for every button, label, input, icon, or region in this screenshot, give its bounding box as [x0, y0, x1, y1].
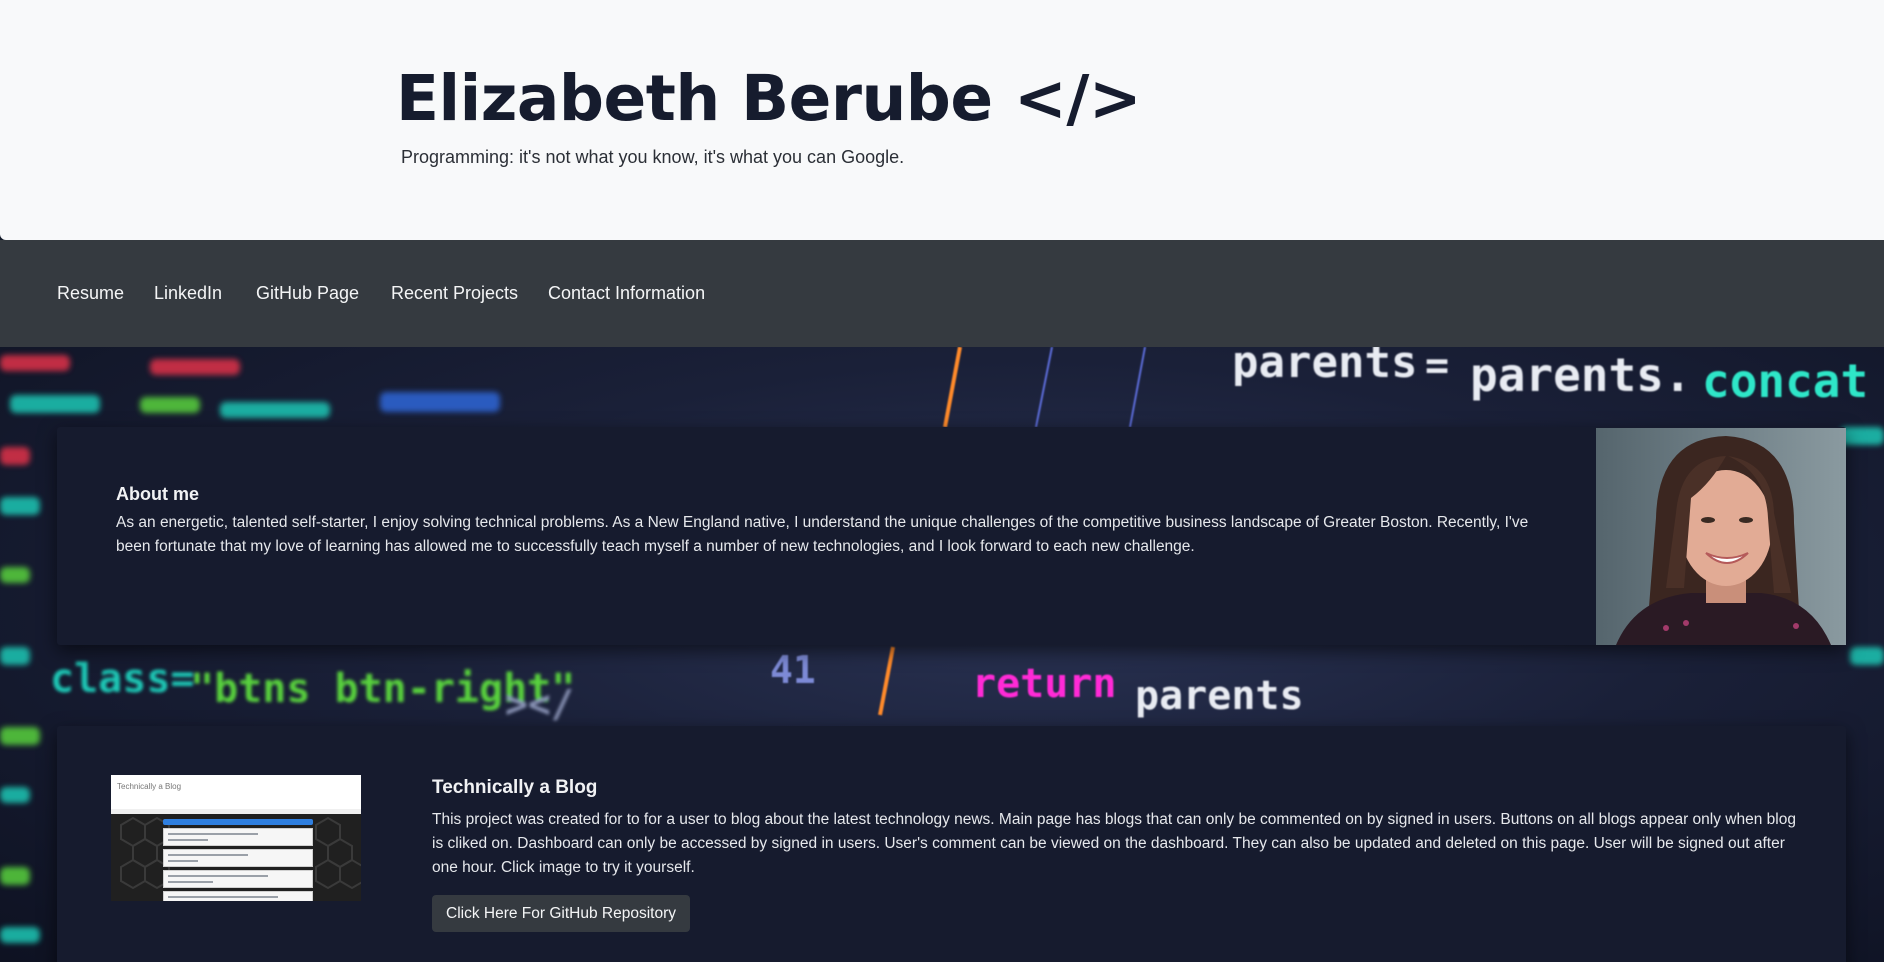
- site-header: Elizabeth Berube </> Programming: it's n…: [0, 0, 1884, 240]
- thumbnail-post: [163, 849, 313, 867]
- thumbnail-post: [163, 870, 313, 888]
- thumbnail-post: [163, 891, 313, 901]
- svg-text:concat: concat: [1702, 354, 1868, 408]
- project-thumbnail[interactable]: Technically a Blog: [111, 775, 361, 901]
- svg-text:=: =: [1425, 347, 1449, 389]
- svg-text:parents: parents: [1135, 673, 1304, 719]
- project-card: Technically a Blog Technically a Blog Th…: [57, 726, 1846, 962]
- nav-linkedin[interactable]: LinkedIn: [154, 283, 222, 304]
- site-tagline: Programming: it's not what you know, it'…: [401, 147, 905, 167]
- thumbnail-nav: [111, 809, 361, 814]
- profile-photo: [1596, 428, 1846, 645]
- about-card: About me As an energetic, talented self-…: [57, 427, 1846, 645]
- nav-github-page[interactable]: GitHub Page: [256, 283, 359, 304]
- nav-recent-projects[interactable]: Recent Projects: [391, 283, 518, 304]
- thumbnail-bar: [163, 819, 313, 825]
- project-title: Technically a Blog: [432, 777, 598, 798]
- svg-text:class=: class=: [50, 656, 195, 702]
- thumbnail-title: Technically a Blog: [117, 782, 182, 791]
- about-title: About me: [116, 484, 199, 504]
- main-navbar: Resume LinkedIn GitHub Page Recent Proje…: [0, 240, 1884, 347]
- svg-text:parents.: parents.: [1470, 348, 1692, 402]
- code-line-1-left: parents: [1232, 347, 1417, 388]
- svg-text:></: ></: [505, 682, 574, 726]
- nav-contact-information[interactable]: Contact Information: [548, 283, 705, 304]
- about-text: As an energetic, talented self-starter, …: [116, 514, 1529, 555]
- svg-text:41: 41: [770, 648, 816, 692]
- project-description: This project was created for to for a us…: [432, 811, 1796, 876]
- svg-text:return: return: [972, 661, 1117, 707]
- nav-resume[interactable]: Resume: [57, 283, 124, 304]
- github-repository-button[interactable]: Click Here For GitHub Repository: [432, 895, 690, 932]
- site-title: Elizabeth Berube </>: [396, 62, 1142, 135]
- profile-photo-art: [1596, 428, 1846, 645]
- thumbnail-post: [163, 828, 313, 846]
